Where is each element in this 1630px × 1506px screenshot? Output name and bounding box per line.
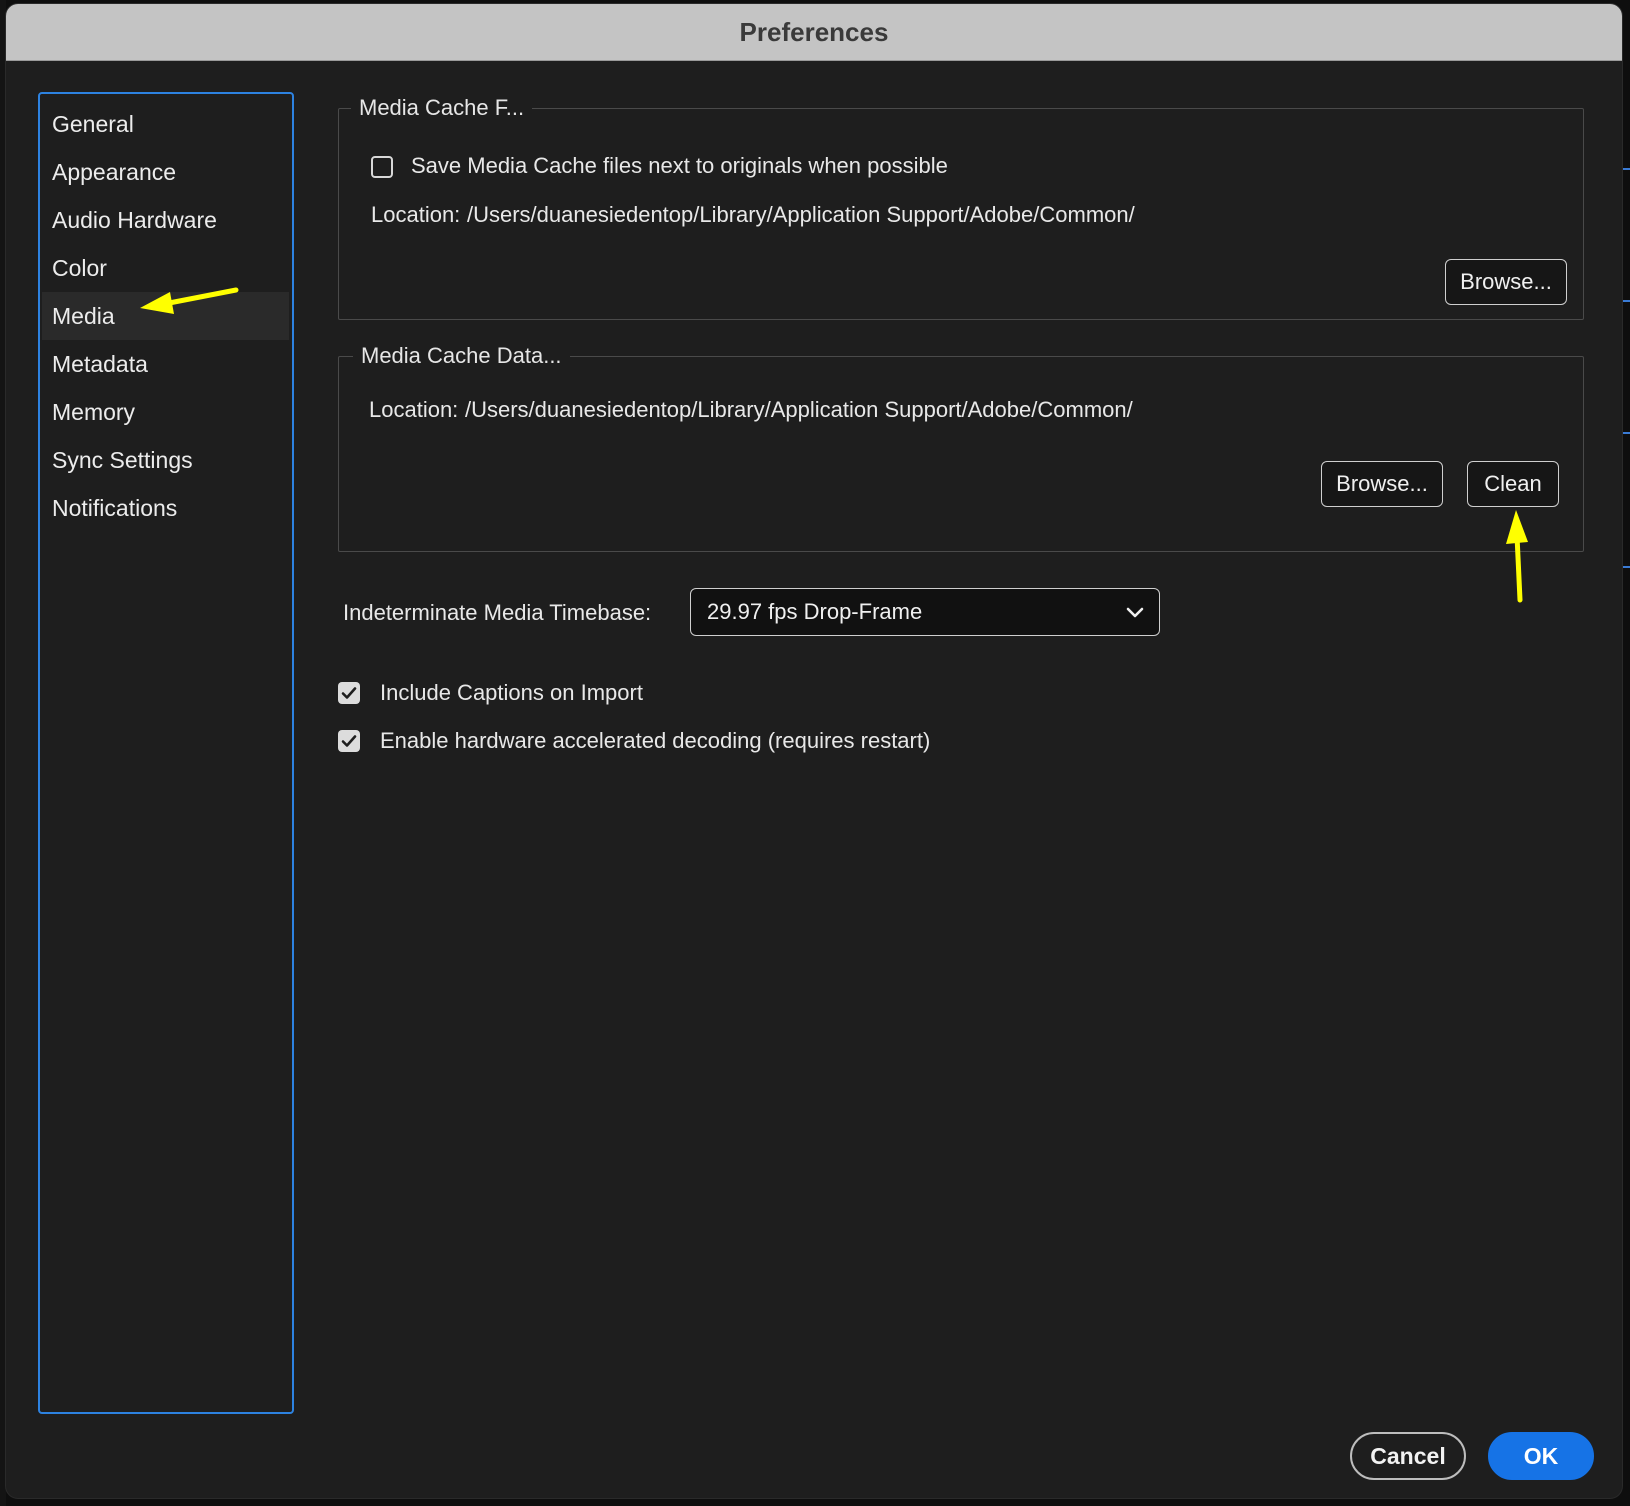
media-cache-database-browse-button[interactable]: Browse... — [1321, 461, 1443, 507]
window-title: Preferences — [739, 17, 889, 47]
chevron-down-icon — [1126, 607, 1144, 618]
ok-button[interactable]: OK — [1488, 1432, 1594, 1480]
sidebar-item-metadata[interactable]: Metadata — [42, 340, 289, 388]
sidebar-item-memory[interactable]: Memory — [42, 388, 289, 436]
media-cache-files-location-label: Location: — [371, 202, 461, 227]
sidebar-item-sync-settings[interactable]: Sync Settings — [42, 436, 289, 484]
hardware-decoding-checkbox[interactable] — [338, 730, 360, 752]
media-cache-files-location-path: /Users/duanesiedentop/Library/Applicatio… — [467, 202, 1135, 227]
media-cache-database-group: Media Cache Data... Location: /Users/dua… — [338, 341, 1584, 552]
media-cache-database-location-label: Location: — [369, 397, 459, 422]
media-cache-files-group: Media Cache F... Save Media Cache files … — [338, 93, 1584, 320]
media-cache-database-location-path: /Users/duanesiedentop/Library/Applicatio… — [465, 397, 1133, 422]
annotation-arrow-icon — [140, 287, 239, 314]
media-cache-database-legend: Media Cache Data... — [353, 341, 570, 371]
timebase-dropdown[interactable]: 29.97 fps Drop-Frame — [690, 588, 1160, 636]
preferences-dialog: Preferences General Appearance Audio Har… — [6, 4, 1622, 1498]
hardware-decoding-label: Enable hardware accelerated decoding (re… — [380, 728, 931, 753]
sidebar-item-general[interactable]: General — [42, 100, 289, 148]
sidebar-item-notifications[interactable]: Notifications — [42, 484, 289, 532]
include-captions-label: Include Captions on Import — [380, 680, 643, 705]
checkmark-icon — [341, 687, 357, 699]
save-next-to-originals-label: Save Media Cache files next to originals… — [411, 153, 948, 178]
sidebar-item-audio-hardware[interactable]: Audio Hardware — [42, 196, 289, 244]
include-captions-checkbox[interactable] — [338, 682, 360, 704]
timebase-label: Indeterminate Media Timebase: — [343, 600, 652, 625]
media-cache-files-legend: Media Cache F... — [351, 93, 533, 123]
title-bar: Preferences — [6, 4, 1622, 61]
timebase-selected-value: 29.97 fps Drop-Frame — [707, 599, 923, 624]
checkmark-icon — [341, 735, 357, 747]
annotation-arrow-icon — [1506, 510, 1528, 603]
media-cache-files-browse-button[interactable]: Browse... — [1445, 259, 1567, 305]
save-next-to-originals-checkbox[interactable] — [371, 156, 393, 178]
clean-button[interactable]: Clean — [1467, 461, 1559, 507]
sidebar-item-appearance[interactable]: Appearance — [42, 148, 289, 196]
cancel-button[interactable]: Cancel — [1350, 1432, 1466, 1480]
